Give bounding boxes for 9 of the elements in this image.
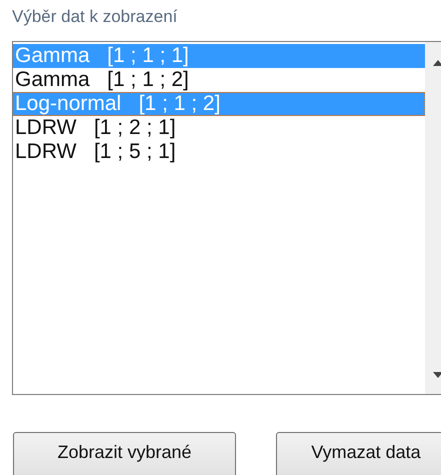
list-box[interactable]: Gamma [1 ; 1 ; 1] Gamma [1 ; 1 ; 2] Log-normal [1 ; 1 ; 2] LDRW [1 ; 2 ; 1] LDRW [1 ; 5 ; 1]: [12, 41, 441, 395]
scroll-down-icon[interactable]: [433, 372, 441, 378]
list-item[interactable]: LDRW [1 ; 2 ; 1]: [13, 116, 425, 140]
list-item[interactable]: Gamma [1 ; 1 ; 2]: [13, 68, 425, 92]
action-button[interactable]: Vymazat data: [276, 432, 441, 475]
section-label: Výběr dat k zobrazení: [12, 7, 178, 27]
action-button[interactable]: Zobrazit vybrané: [13, 432, 236, 475]
scroll-up-icon[interactable]: [433, 60, 441, 66]
list-item[interactable]: LDRW [1 ; 5 ; 1]: [13, 140, 425, 164]
